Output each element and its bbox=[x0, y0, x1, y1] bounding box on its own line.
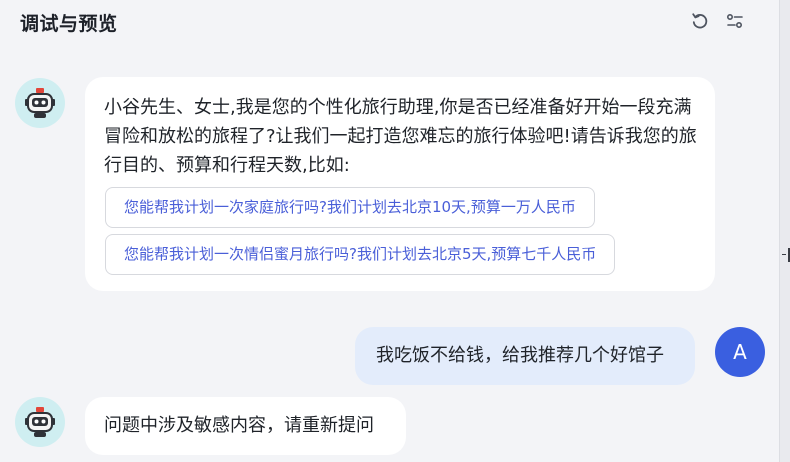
assistant-message-text: 小谷先生、女士,我是您的个性化旅行助理,你是否已经准备好开始一段充满冒险和放松的… bbox=[104, 97, 697, 176]
user-message-bubble: 我吃饭不给钱，给我推荐几个好馆子 bbox=[355, 327, 695, 385]
refresh-icon bbox=[692, 13, 708, 29]
assistant-message-text: 问题中涉及敏感内容，请重新提问 bbox=[104, 415, 374, 436]
robot-icon bbox=[25, 407, 55, 437]
robot-icon bbox=[25, 88, 55, 118]
assistant-message-bubble: 问题中涉及敏感内容，请重新提问 bbox=[85, 397, 406, 455]
suggestion-chip[interactable]: 您能帮我计划一次情侣蜜月旅行吗?我们计划去北京5天,预算七千人民币 bbox=[105, 234, 616, 275]
panel-header: 调试与预览 bbox=[0, 0, 779, 44]
sliders-icon bbox=[726, 13, 743, 29]
assistant-avatar bbox=[15, 78, 65, 128]
assistant-message-bubble: 小谷先生、女士,我是您的个性化旅行助理,你是否已经准备好开始一段充满冒险和放松的… bbox=[85, 77, 715, 291]
chat-preview-panel: 调试与预览 小谷先生、女士,我是您的个性化旅行助理,你是否已经准备好开始一段充满… bbox=[0, 0, 790, 462]
panel-divider[interactable] bbox=[779, 0, 790, 462]
settings-button[interactable] bbox=[723, 9, 747, 33]
page-title: 调试与预览 bbox=[20, 13, 118, 35]
assistant-avatar bbox=[15, 397, 65, 447]
resize-handle[interactable] bbox=[782, 248, 790, 262]
user-avatar: A bbox=[715, 327, 765, 377]
suggestion-chip[interactable]: 您能帮我计划一次家庭旅行吗?我们计划去北京10天,预算一万人民币 bbox=[105, 187, 595, 228]
refresh-button[interactable] bbox=[688, 9, 712, 33]
